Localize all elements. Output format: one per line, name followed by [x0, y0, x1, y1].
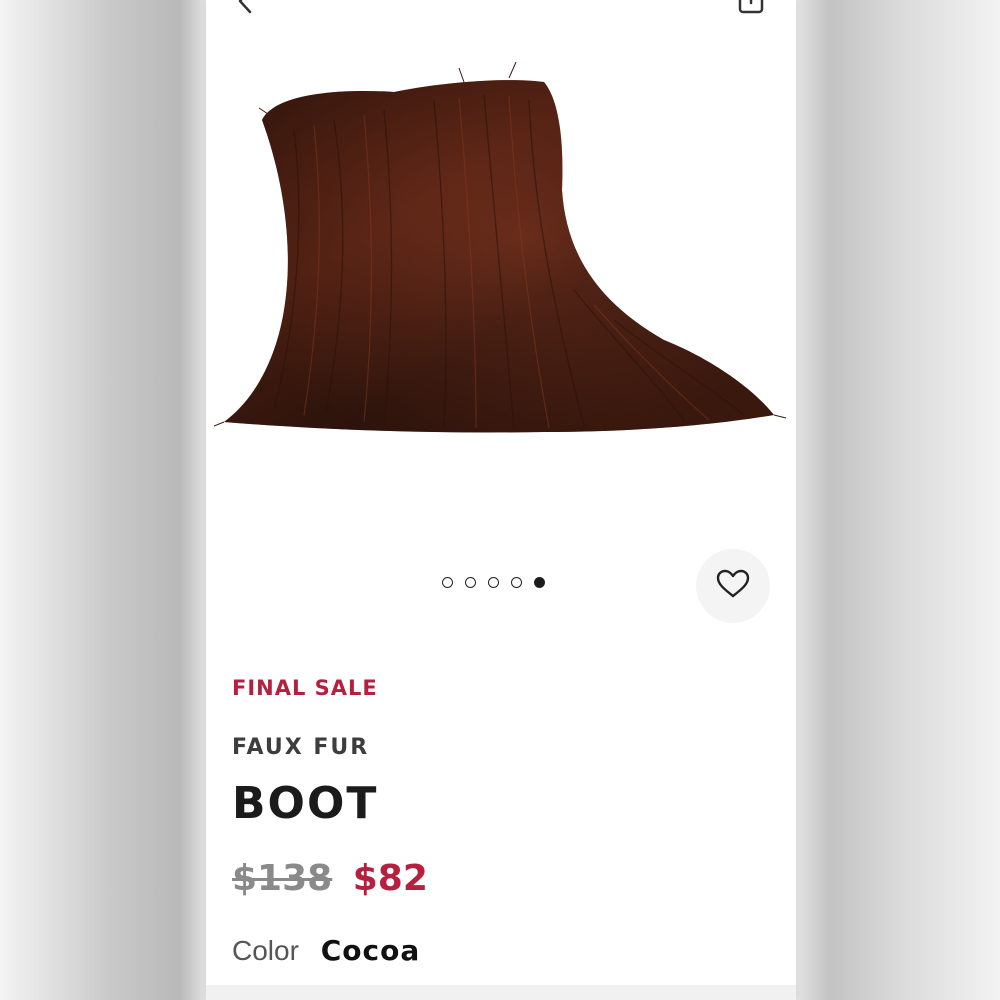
- color-label: Color: [232, 935, 299, 966]
- sale-price: $82: [352, 858, 428, 899]
- original-price: $138: [232, 858, 333, 899]
- pagination-dot[interactable]: [511, 577, 522, 588]
- pagination-dot[interactable]: [488, 577, 499, 588]
- color-selector: Color Cocoa: [232, 934, 420, 967]
- pagination-dot-active[interactable]: [534, 577, 545, 588]
- pagination-dot[interactable]: [465, 577, 476, 588]
- product-title: BOOT: [232, 778, 379, 829]
- share-icon[interactable]: [736, 0, 766, 19]
- color-value: Cocoa: [320, 934, 421, 967]
- product-page: FINAL SALE FAUX FUR BOOT $138 $82 Color …: [206, 0, 796, 1000]
- chevron-left-icon[interactable]: [230, 0, 260, 21]
- bottom-divider: [206, 985, 796, 1000]
- price-block: $138 $82: [232, 858, 428, 899]
- product-subtitle: FAUX FUR: [232, 735, 370, 760]
- gallery-pagination: [442, 577, 545, 588]
- product-image-gallery[interactable]: [206, 40, 796, 600]
- pagination-dot[interactable]: [442, 577, 453, 588]
- wishlist-button[interactable]: [696, 549, 770, 623]
- final-sale-badge: FINAL SALE: [232, 676, 378, 700]
- product-image: [214, 61, 787, 433]
- heart-icon: [716, 569, 750, 604]
